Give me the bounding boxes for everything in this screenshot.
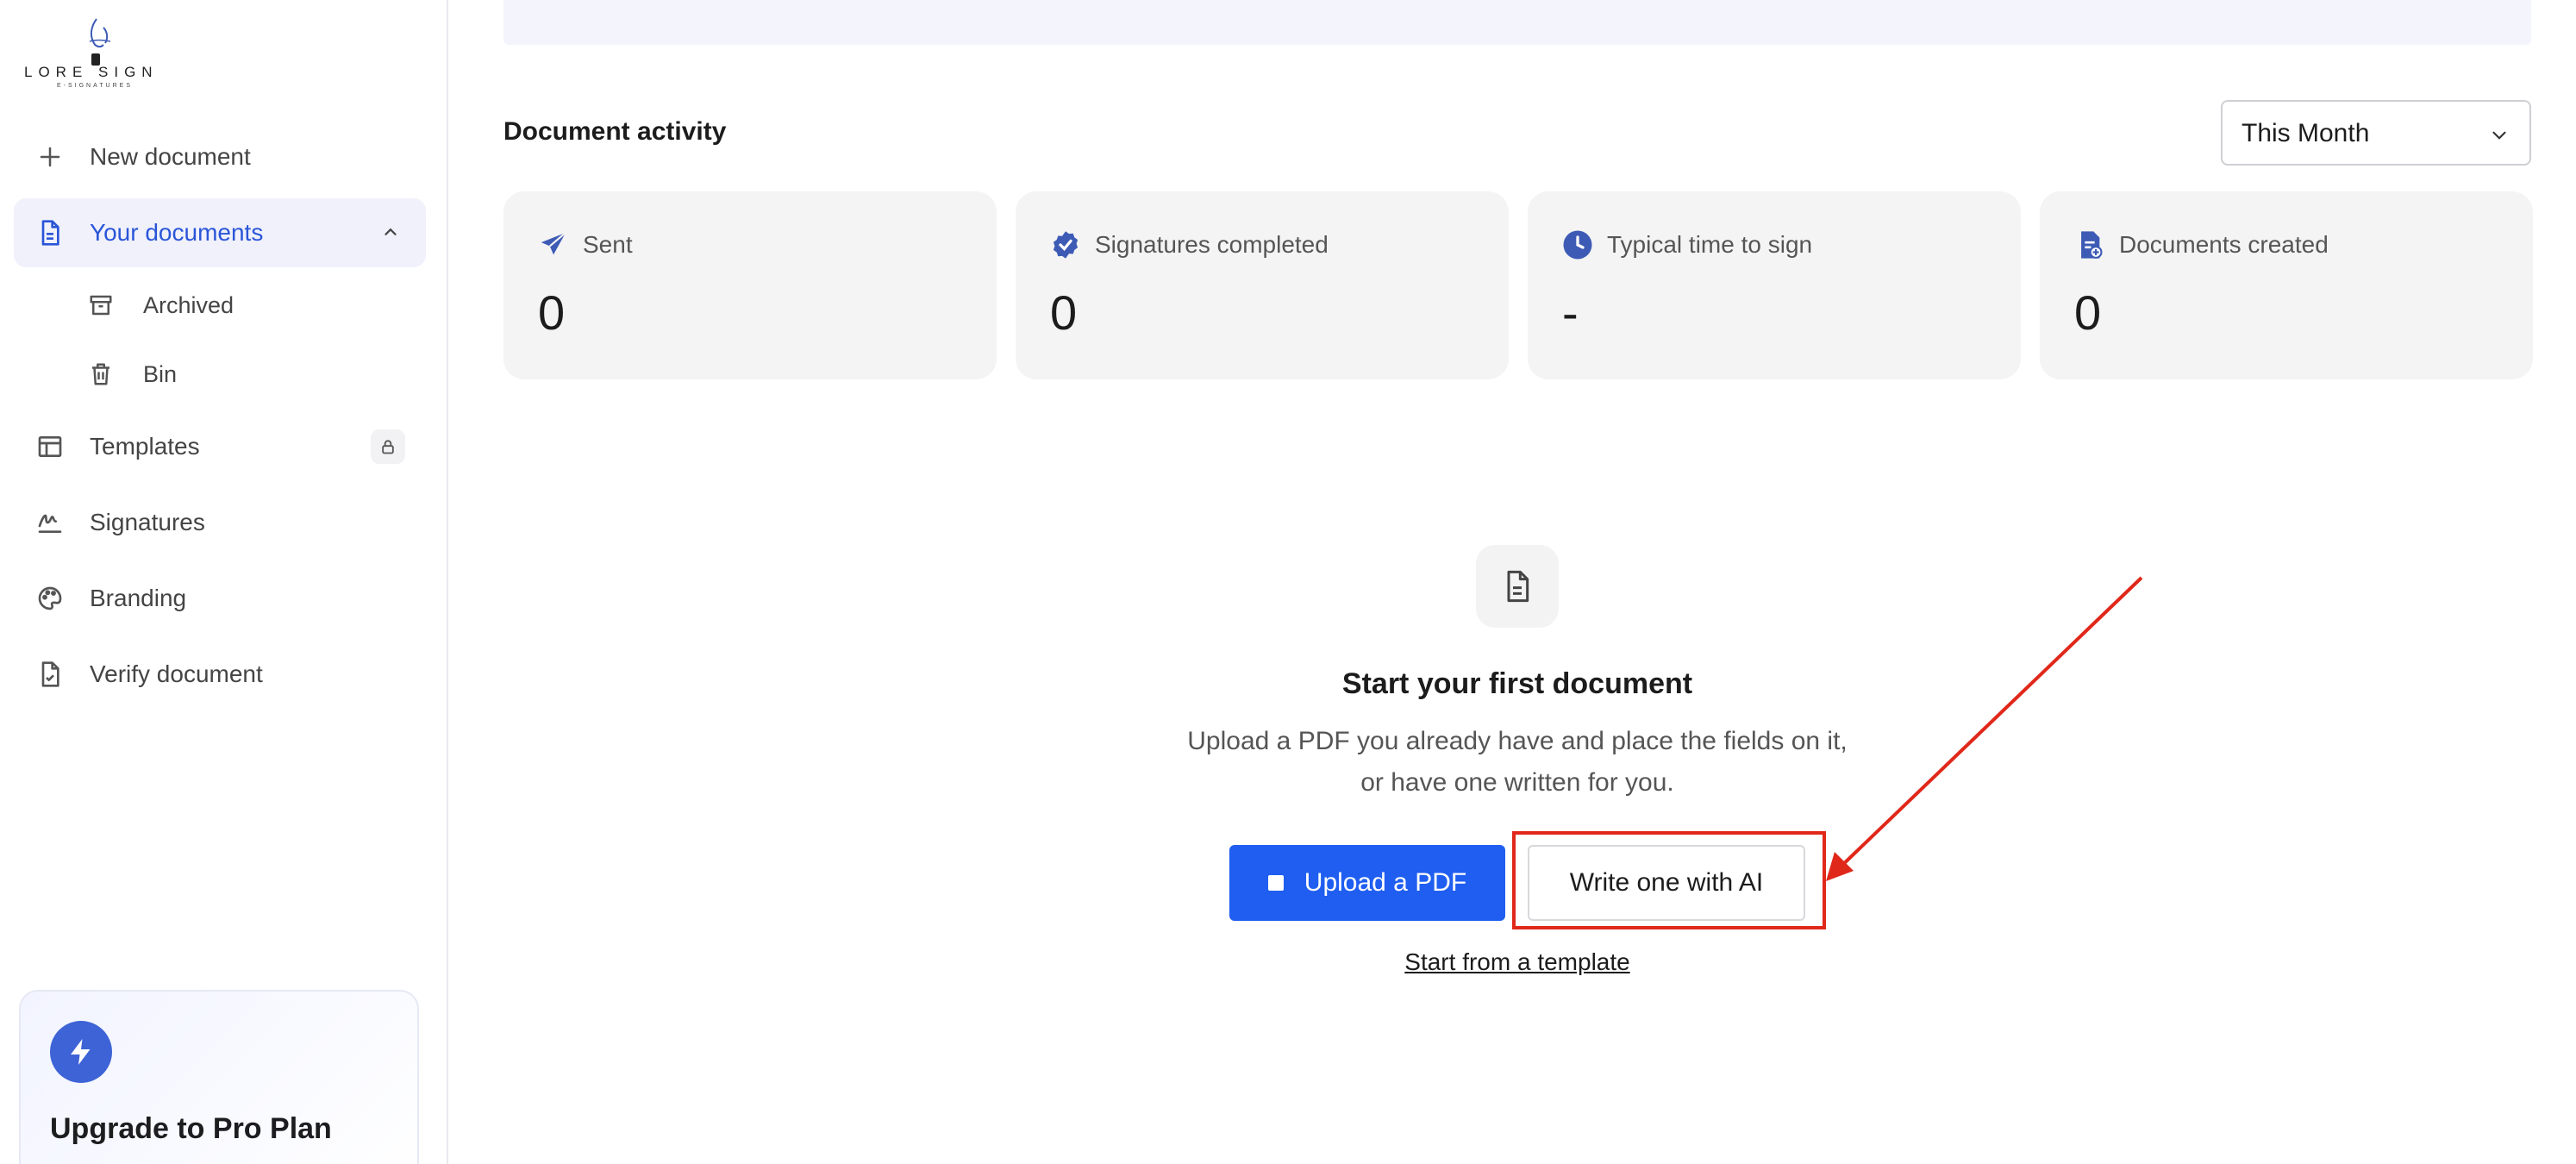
period-select-value: This Month	[2241, 119, 2370, 147]
clock-icon	[1560, 228, 1595, 262]
stat-label: Sent	[583, 231, 633, 258]
logo[interactable]: LORE SIGN E-SIGNATURES	[24, 16, 162, 93]
annotation-arrow-icon	[1826, 576, 2143, 881]
document-activity-title: Document activity	[503, 117, 727, 146]
send-icon	[536, 228, 571, 262]
annotation-highlight-box	[1512, 831, 1826, 929]
stat-value: -	[1562, 285, 1579, 340]
upgrade-title: Upgrade to Pro Plan	[50, 1112, 332, 1145]
bolt-icon	[50, 1021, 112, 1083]
trash-icon	[86, 360, 116, 389]
sidebar-item-label: Your documents	[90, 219, 264, 246]
stat-label: Documents created	[2119, 231, 2329, 258]
stat-card-sent: Sent 0	[503, 191, 997, 379]
lock-icon	[371, 429, 405, 464]
badge-check-icon	[1048, 228, 1083, 262]
pen-nib-icon	[89, 18, 111, 66]
file-plus-icon	[2073, 228, 2107, 262]
palette-icon	[34, 583, 66, 614]
document-icon	[1476, 545, 1559, 628]
logo-subtitle: E-SIGNATURES	[57, 83, 133, 89]
upgrade-card[interactable]: Upgrade to Pro Plan	[19, 990, 419, 1164]
sidebar-item-templates[interactable]: Templates	[14, 412, 426, 481]
stat-card-signatures-completed: Signatures completed 0	[1016, 191, 1509, 379]
chevron-down-icon	[2488, 124, 2510, 151]
sidebar-item-signatures[interactable]: Signatures	[14, 488, 426, 557]
empty-state-description: Upload a PDF you already have and place …	[1129, 721, 1905, 804]
stat-label: Typical time to sign	[1607, 231, 1813, 258]
file-check-icon	[34, 659, 66, 690]
sidebar-item-label: Verify document	[90, 660, 263, 687]
sidebar-item-label: New document	[90, 143, 251, 170]
sidebar-item-new-document[interactable]: New document	[14, 122, 426, 191]
start-from-template-link[interactable]: Start from a template	[1345, 948, 1690, 976]
signature-icon	[34, 507, 66, 538]
empty-state-desc-line2: or have one written for you.	[1360, 768, 1674, 797]
logo-wordmark: LORE SIGN	[24, 64, 159, 80]
sidebar: LORE SIGN E-SIGNATURES New document Your…	[0, 0, 448, 1164]
period-select[interactable]: This Month	[2221, 100, 2531, 166]
stat-value: 0	[538, 285, 566, 340]
plus-icon	[34, 141, 66, 172]
square-icon	[1267, 875, 1284, 891]
sidebar-item-branding[interactable]: Branding	[14, 564, 426, 633]
archive-icon	[86, 291, 116, 320]
stat-value: 0	[2074, 285, 2102, 340]
file-icon	[34, 217, 66, 248]
stat-card-typical-time-to-sign: Typical time to sign -	[1528, 191, 2021, 379]
upload-pdf-button[interactable]: Upload a PDF	[1229, 845, 1505, 921]
sidebar-item-label: Bin	[143, 360, 178, 387]
sidebar-item-archived[interactable]: Archived	[86, 279, 234, 331]
chevron-up-icon[interactable]	[381, 222, 400, 246]
top-banner-strip	[503, 0, 2531, 45]
layout-icon	[34, 431, 66, 462]
sidebar-item-bin[interactable]: Bin	[86, 348, 177, 400]
sidebar-item-your-documents[interactable]: Your documents	[14, 198, 426, 267]
stat-card-documents-created: Documents created 0	[2040, 191, 2533, 379]
sidebar-item-verify-document[interactable]: Verify document	[14, 640, 426, 709]
sidebar-item-label: Archived	[143, 291, 234, 318]
sidebar-item-label: Branding	[90, 585, 187, 611]
sidebar-item-label: Templates	[90, 433, 200, 460]
sidebar-item-label: Signatures	[90, 509, 205, 535]
upload-pdf-label: Upload a PDF	[1304, 868, 1467, 897]
stat-label: Signatures completed	[1095, 231, 1329, 258]
stat-value: 0	[1050, 285, 1078, 340]
empty-state-desc-line1: Upload a PDF you already have and place …	[1187, 727, 1848, 755]
empty-state-title: Start your first document	[1341, 667, 1693, 700]
